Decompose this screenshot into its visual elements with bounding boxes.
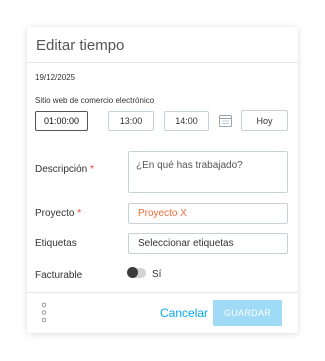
- description-placeholder: ¿En qué has trabajado?: [136, 160, 243, 171]
- description-textarea[interactable]: ¿En qué has trabajado?: [128, 151, 288, 193]
- dialog-title: Editar tiempo: [36, 37, 125, 54]
- project-label-text: Proyecto: [35, 208, 75, 219]
- date-label: 19/12/2025: [35, 73, 76, 82]
- billable-toggle-knob: [127, 267, 138, 278]
- duration-value: 01:00:00: [43, 116, 80, 126]
- billable-value-label: Sí: [152, 269, 162, 280]
- today-button[interactable]: Hoy: [241, 110, 288, 131]
- project-label: Proyecto *: [35, 208, 81, 219]
- project-select[interactable]: Proyecto X: [128, 203, 288, 224]
- calendar-icon[interactable]: [219, 114, 232, 127]
- end-time-value: 14:00: [175, 116, 198, 126]
- save-label: GUARDAR: [223, 308, 272, 318]
- dialog-header: Editar tiempo: [27, 27, 298, 63]
- tags-label: Etiquetas: [35, 238, 77, 249]
- start-time-input[interactable]: 13:00: [108, 111, 154, 131]
- tags-value: Seleccionar etiquetas: [138, 238, 234, 249]
- project-required-mark: *: [77, 208, 82, 219]
- billable-toggle[interactable]: [127, 267, 146, 278]
- start-time-value: 13:00: [119, 116, 143, 126]
- billable-label: Facturable: [35, 270, 83, 281]
- end-time-input[interactable]: 14:00: [164, 111, 209, 131]
- tags-select[interactable]: Seleccionar etiquetas: [128, 233, 288, 254]
- save-button[interactable]: GUARDAR: [213, 300, 282, 326]
- description-required-mark: *: [90, 164, 94, 175]
- duration-input[interactable]: 01:00:00: [35, 111, 88, 131]
- description-label-text: Descripción: [35, 164, 88, 175]
- project-context-label: Sitio web de comercio electrónico: [35, 96, 155, 105]
- description-label: Descripción *: [35, 164, 94, 175]
- cancel-button[interactable]: Cancelar: [160, 306, 208, 320]
- today-label: Hoy: [256, 115, 273, 126]
- more-vertical-icon[interactable]: [41, 302, 47, 323]
- footer-divider: [27, 292, 298, 293]
- project-value: Proyecto X: [138, 208, 187, 219]
